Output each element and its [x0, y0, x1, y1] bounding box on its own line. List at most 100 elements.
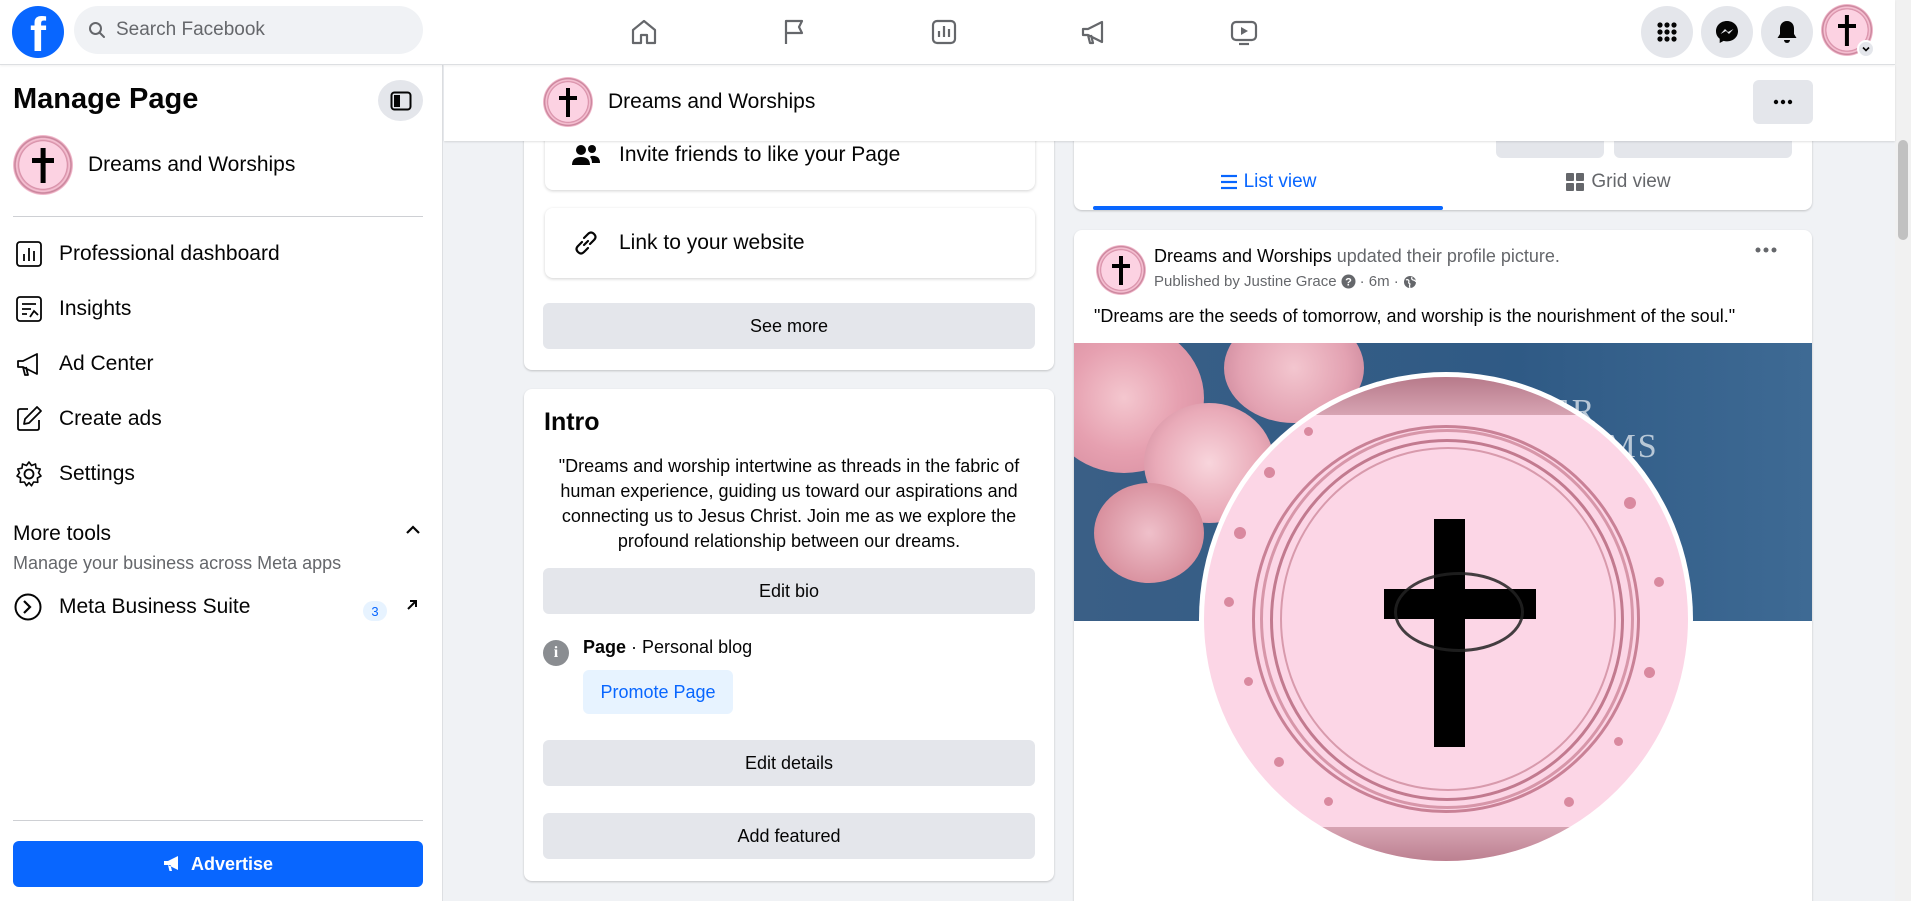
nav-pages[interactable] — [730, 6, 858, 58]
sidebar-item-settings[interactable]: Settings — [13, 452, 135, 496]
page-category-prefix: Page — [583, 637, 627, 657]
megaphone-icon — [1081, 20, 1104, 45]
post-meta: Published by Justine Grace ? · 6m · — [1154, 273, 1417, 290]
edit-bio-label: Edit bio — [758, 580, 820, 601]
see-more-button[interactable]: See more — [543, 303, 1035, 349]
meta-separator: · — [1359, 273, 1369, 290]
megaphone-icon — [13, 348, 45, 380]
sidebar-item-label: Create ads — [59, 407, 162, 430]
intro-bio: "Dreams and worship intertwine as thread… — [558, 456, 1020, 551]
edit-icon — [13, 403, 45, 435]
sidebar-item-label: Settings — [59, 462, 135, 485]
nav-ads[interactable] — [1030, 6, 1158, 58]
divider — [13, 820, 423, 821]
post-publisher[interactable]: Published by Justine Grace — [1154, 273, 1337, 290]
sidebar-item-label: Ad Center — [59, 352, 154, 375]
post-author-avatar[interactable] — [1096, 245, 1146, 295]
sidebar-item-create-ads[interactable]: Create ads — [13, 397, 162, 441]
advertise-label: Advertise — [190, 853, 274, 874]
megaphone-icon — [163, 856, 178, 871]
more-tools-heading[interactable]: More tools — [13, 522, 111, 546]
promote-page-button[interactable]: Promote Page — [583, 670, 733, 714]
active-tab-indicator — [1093, 206, 1443, 210]
promote-page-label: Promote Page — [600, 681, 716, 702]
page-header: Dreams and Worships — [444, 65, 1895, 141]
page-avatar — [13, 135, 73, 195]
scrollbar-thumb[interactable] — [1898, 140, 1908, 240]
post-author[interactable]: Dreams and Worships — [1154, 246, 1332, 266]
post-card: Dreams and Worships updated their profil… — [1074, 230, 1812, 901]
list-icon — [1220, 174, 1237, 190]
sidebar-item-ad-center[interactable]: Ad Center — [13, 342, 154, 386]
page-name[interactable]: Dreams and Worships — [608, 90, 815, 114]
chevron-up-icon[interactable] — [404, 521, 422, 539]
menu-button[interactable] — [1641, 6, 1693, 58]
sidebar-page-name: Dreams and Worships — [88, 153, 296, 176]
chevron-down-icon[interactable] — [1857, 40, 1875, 58]
nav-video[interactable] — [1180, 6, 1308, 58]
messenger-icon — [1716, 21, 1738, 43]
profile-picture[interactable] — [1199, 372, 1693, 866]
search-input[interactable] — [116, 6, 406, 54]
edit-bio-button[interactable]: Edit bio — [543, 568, 1035, 614]
edit-details-button[interactable]: Edit details — [543, 740, 1035, 786]
notifications-icon — [1777, 21, 1797, 43]
more-options-button[interactable] — [1753, 80, 1813, 124]
add-featured-label: Add featured — [737, 825, 841, 846]
insights-icon — [931, 19, 957, 45]
post-action: updated their profile picture. — [1331, 246, 1560, 266]
external-link-icon[interactable] — [404, 597, 420, 613]
home-icon — [631, 19, 657, 45]
search-box[interactable] — [74, 6, 423, 54]
messenger-button[interactable] — [1701, 6, 1753, 58]
intro-title: Intro — [544, 408, 600, 436]
scrollbar[interactable] — [1895, 0, 1911, 901]
page-category-value: · Personal blog — [626, 637, 753, 657]
post-header: Dreams and Worships updated their profil… — [1154, 246, 1560, 267]
link-website-button[interactable]: Link to your website — [545, 208, 1035, 278]
sidebar-item-label: Insights — [59, 297, 132, 320]
post-text: "Dreams are the seeds of tomorrow, and w… — [1094, 306, 1736, 326]
facebook-logo[interactable]: f — [12, 6, 64, 62]
more-tools-subtitle: Manage your business across Meta apps — [13, 553, 342, 573]
see-more-label: See more — [749, 315, 829, 336]
page-category: Page · Personal blog — [583, 637, 752, 658]
sidebar-title: Manage Page — [13, 83, 199, 115]
divider — [13, 216, 423, 217]
people-icon — [570, 143, 602, 167]
info-icon: i — [543, 640, 569, 666]
tab-grid-label: Grid view — [1591, 171, 1671, 192]
manage-page-sidebar: Manage Page Dreams and Worships Professi… — [0, 65, 443, 901]
menu-grid-icon — [1657, 22, 1677, 42]
sidebar-page-link[interactable]: Dreams and Worships — [13, 135, 295, 195]
page-avatar[interactable] — [543, 77, 593, 127]
insights-icon — [13, 293, 45, 325]
help-icon[interactable]: ? — [1341, 274, 1356, 289]
post-options-icon[interactable] — [1754, 246, 1778, 254]
post-time[interactable]: 6m — [1369, 273, 1390, 290]
link-icon — [570, 228, 602, 258]
advertise-button[interactable]: Advertise — [13, 841, 423, 887]
sidebar-item-insights[interactable]: Insights — [13, 287, 131, 331]
collapse-sidebar-button[interactable] — [378, 80, 423, 121]
nav-insights[interactable] — [880, 6, 1008, 58]
sidebar-item-professional-dashboard[interactable]: Professional dashboard — [13, 232, 280, 276]
add-featured-button[interactable]: Add featured — [543, 813, 1035, 859]
nav-home[interactable] — [580, 6, 708, 58]
grid-icon — [1566, 173, 1585, 191]
search-icon — [89, 22, 105, 38]
dashboard-icon — [13, 238, 45, 270]
meta-business-suite-link[interactable]: Meta Business Suite — [13, 585, 250, 629]
tab-list-label: List view — [1243, 171, 1317, 192]
tab-list-view[interactable]: List view — [1093, 162, 1443, 202]
notification-badge: 3 — [363, 601, 387, 621]
meta-business-suite-icon — [13, 592, 45, 622]
edit-details-label: Edit details — [744, 752, 834, 773]
more-dots-icon — [1773, 99, 1793, 105]
globe-icon — [1403, 275, 1417, 288]
notifications-button[interactable] — [1761, 6, 1813, 58]
sidebar-toggle-icon — [390, 91, 411, 110]
tab-grid-view[interactable]: Grid view — [1443, 162, 1793, 202]
top-navigation-bar: f — [0, 0, 1895, 65]
flag-icon — [784, 19, 804, 44]
